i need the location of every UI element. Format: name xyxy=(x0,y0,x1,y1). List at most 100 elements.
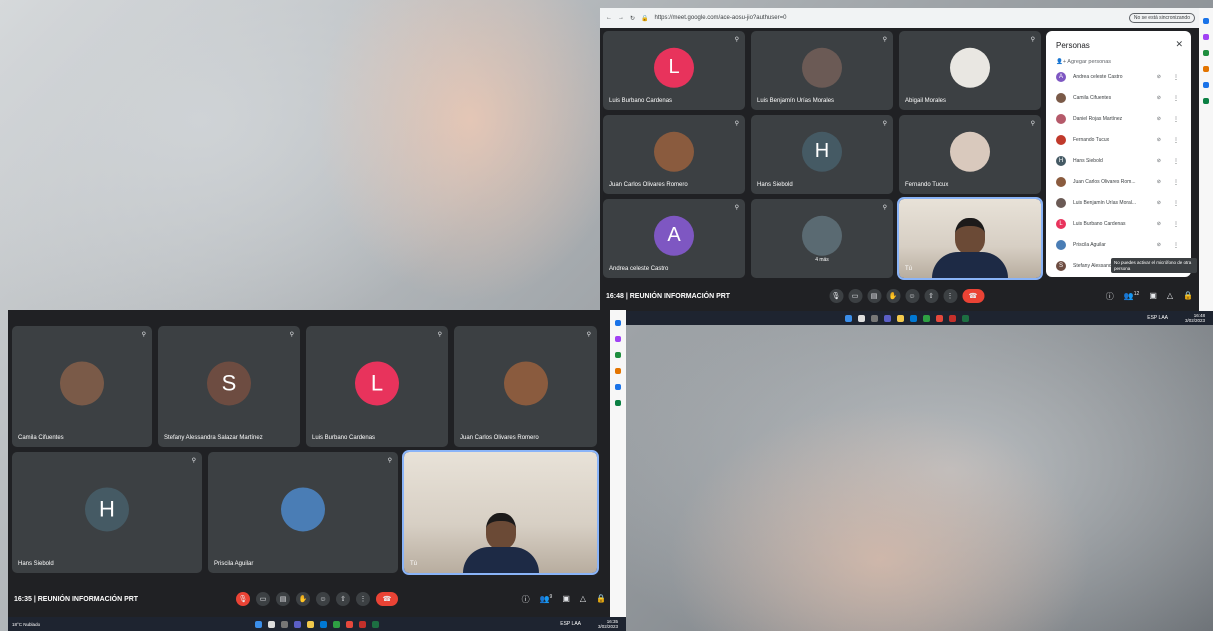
participant-tile[interactable]: ⚲ Abigail Morales xyxy=(899,31,1041,110)
self-video-tile[interactable]: Tú xyxy=(897,197,1043,280)
more-options-icon[interactable]: ⋮ xyxy=(1173,158,1179,165)
more-options-icon[interactable]: ⋮ xyxy=(1173,95,1179,102)
emoji-icon[interactable]: ☺ xyxy=(316,592,330,606)
people-list-item[interactable]: H Hans Siebold ⊘ ⋮ xyxy=(1056,154,1183,168)
sparkle-icon[interactable] xyxy=(615,336,621,342)
participant-tile[interactable]: ⚲ L Luis Burbano Cardenas xyxy=(306,326,448,447)
search-taskbar-icon[interactable] xyxy=(857,314,865,322)
mic-muted-icon[interactable]: ⊘ xyxy=(1157,95,1161,101)
chat-icon[interactable]: ▣ xyxy=(1149,291,1157,302)
participant-tile[interactable]: ⚲ A Andrea celeste Castro xyxy=(603,199,745,278)
back-icon[interactable]: ← xyxy=(606,15,612,21)
sync-status-button[interactable]: No se está sincronizando xyxy=(1128,13,1195,23)
tools-icon[interactable] xyxy=(615,352,621,358)
info-icon[interactable]: ⓘ xyxy=(522,594,530,605)
camera-icon[interactable]: ▭ xyxy=(848,289,862,303)
end-call-button[interactable]: ☎ xyxy=(376,592,398,606)
search-icon[interactable] xyxy=(615,320,621,326)
search-icon[interactable] xyxy=(1203,18,1209,24)
task-view-icon[interactable] xyxy=(870,314,878,322)
pdf-icon[interactable] xyxy=(948,314,956,322)
emoji-icon[interactable]: ☺ xyxy=(905,289,919,303)
url-field[interactable]: https://meet.google.com/ace-aosu-jio?aut… xyxy=(655,15,787,21)
mic-muted-icon[interactable]: ⊘ xyxy=(1157,116,1161,122)
store-icon[interactable] xyxy=(909,314,917,322)
present-icon[interactable]: ⇧ xyxy=(924,289,938,303)
edge-icon[interactable] xyxy=(922,314,930,322)
language-indicator[interactable]: ESP LAA xyxy=(1147,315,1168,321)
tools-icon[interactable] xyxy=(1203,50,1209,56)
more-options-icon[interactable]: ⋮ xyxy=(1173,221,1179,228)
games-icon[interactable] xyxy=(1203,66,1209,72)
people-list-item[interactable]: A Andrea celeste Castro ⊘ ⋮ xyxy=(1056,70,1183,84)
store-icon[interactable] xyxy=(320,620,327,628)
outlook-icon[interactable] xyxy=(615,400,621,406)
more-options-icon[interactable]: ⋮ xyxy=(943,289,957,303)
captions-icon[interactable]: ▤ xyxy=(867,289,881,303)
people-list-item[interactable]: Fernando Tucux ⊘ ⋮ xyxy=(1056,133,1183,147)
participant-tile[interactable]: ⚲ Juan Carlos Olivares Romero xyxy=(603,115,745,194)
more-options-icon[interactable]: ⋮ xyxy=(1173,137,1179,144)
mic-off-icon[interactable]: 🎙 xyxy=(236,592,250,606)
people-list-item[interactable]: Luis Benjamín Urías Moral... ⊘ ⋮ xyxy=(1056,196,1183,210)
participant-tile[interactable]: ⚲ Fernando Tucux xyxy=(899,115,1041,194)
task-view-icon[interactable] xyxy=(281,620,288,628)
more-options-icon[interactable]: ⋮ xyxy=(1173,74,1179,81)
sparkle-icon[interactable] xyxy=(1203,34,1209,40)
more-options-icon[interactable]: ⋮ xyxy=(356,592,370,606)
more-options-icon[interactable]: ⋮ xyxy=(1173,242,1179,249)
start-icon[interactable] xyxy=(255,620,262,628)
raise-hand-icon[interactable]: ✋ xyxy=(296,592,310,606)
people-list-item[interactable]: Camila Cifuentes ⊘ ⋮ xyxy=(1056,91,1183,105)
language-indicator[interactable]: ESP LAA xyxy=(560,621,581,627)
mic-muted-icon[interactable]: ⊘ xyxy=(1157,74,1161,80)
games-icon[interactable] xyxy=(615,368,621,374)
participant-tile[interactable]: ⚲ L Luis Burbano Cardenas xyxy=(603,31,745,110)
office-icon[interactable] xyxy=(615,384,621,390)
search-taskbar-icon[interactable] xyxy=(268,620,275,628)
mic-muted-icon[interactable]: ⊘ xyxy=(1157,242,1161,248)
office-app-icon[interactable] xyxy=(346,620,353,628)
reload-icon[interactable]: ↻ xyxy=(630,15,635,22)
more-options-icon[interactable]: ⋮ xyxy=(1173,179,1179,186)
participant-tile[interactable]: ⚲ H Hans Siebold xyxy=(751,115,893,194)
info-icon[interactable]: ⓘ xyxy=(1106,291,1114,302)
explorer-icon[interactable] xyxy=(896,314,904,322)
pdf-icon[interactable] xyxy=(359,620,366,628)
excel-icon[interactable] xyxy=(372,620,379,628)
people-list-item[interactable]: Daniel Rojas Martínez ⊘ ⋮ xyxy=(1056,112,1183,126)
mic-muted-icon[interactable]: ⊘ xyxy=(1157,179,1161,185)
teams-icon[interactable] xyxy=(294,620,301,628)
people-icon[interactable]: 👥12 xyxy=(1124,291,1140,302)
taskbar-clock[interactable]: 16:35 3/02/2023 xyxy=(598,619,618,629)
office-icon[interactable] xyxy=(1203,82,1209,88)
people-icon[interactable]: 👥9 xyxy=(540,594,553,605)
host-controls-icon[interactable]: 🔒 xyxy=(596,594,606,605)
more-options-icon[interactable]: ⋮ xyxy=(1173,200,1179,207)
mic-muted-icon[interactable]: ⊘ xyxy=(1157,137,1161,143)
activities-icon[interactable]: △ xyxy=(580,594,586,605)
teams-icon[interactable] xyxy=(883,314,891,322)
add-people-button[interactable]: 👤+ Agregar personas xyxy=(1056,59,1111,65)
people-list-item[interactable]: L Luis Burbano Cardenas ⊘ ⋮ xyxy=(1056,217,1183,231)
people-list-item[interactable]: Priscila Aguilar ⊘ ⋮ xyxy=(1056,238,1183,252)
close-icon[interactable]: ✕ xyxy=(1175,39,1183,50)
weather-widget[interactable]: 18°C Nublado xyxy=(8,622,40,627)
captions-icon[interactable]: ▤ xyxy=(276,592,290,606)
start-icon[interactable] xyxy=(844,314,852,322)
outlook-icon[interactable] xyxy=(1203,98,1209,104)
chat-icon[interactable]: ▣ xyxy=(562,594,570,605)
office-app-icon[interactable] xyxy=(935,314,943,322)
end-call-button[interactable]: ☎ xyxy=(962,289,984,303)
participant-tile[interactable]: ⚲ Juan Carlos Olivares Romero xyxy=(454,326,597,447)
participant-tile[interactable]: ⚲ Luis Benjamín Urías Morales xyxy=(751,31,893,110)
forward-icon[interactable]: → xyxy=(618,15,624,21)
mic-muted-icon[interactable]: ⊘ xyxy=(1157,221,1161,227)
more-options-icon[interactable]: ⋮ xyxy=(1173,116,1179,123)
self-video-tile[interactable]: Tú xyxy=(402,450,599,575)
camera-icon[interactable]: ▭ xyxy=(256,592,270,606)
participant-tile[interactable]: ⚲ H Hans Siebold xyxy=(12,452,202,573)
mic-icon[interactable]: 🎙 xyxy=(829,289,843,303)
edge-icon[interactable] xyxy=(333,620,340,628)
participant-tile[interactable]: ⚲ Camila Cifuentes xyxy=(12,326,152,447)
